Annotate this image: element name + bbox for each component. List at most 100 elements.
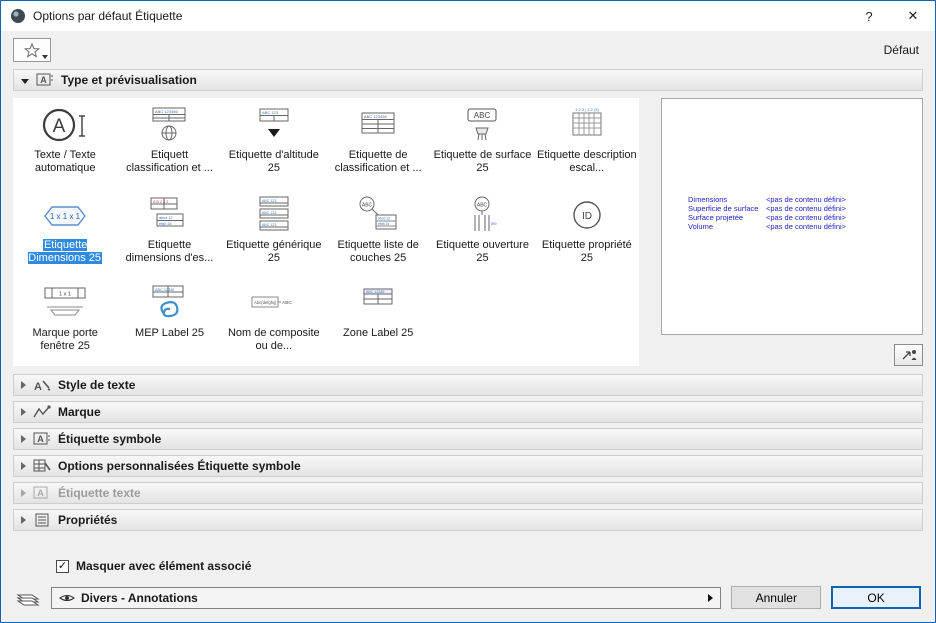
label-type-texte-automatique[interactable]: A Texte / Texte automatique (13, 100, 117, 190)
section-label: Étiquette texte (58, 486, 141, 500)
label-type-mep[interactable]: ABC 12345 MEP Label 25 (117, 278, 221, 364)
help-button[interactable]: ? (847, 1, 891, 31)
label-type-liste-couches[interactable]: ABC abcd 12 efgh 24 Etiquette liste de c… (326, 190, 430, 278)
svg-text:1 x 1: 1 x 1 (59, 292, 71, 298)
label-type-caption: Etiquette dimensions d'es... (125, 239, 214, 264)
label-type-zone[interactable]: ABC 12345 Zone Label 25 (326, 278, 430, 364)
svg-text:ABC 123: ABC 123 (262, 110, 279, 115)
preview-area: Dimensions <pas de contenu défini> Super… (661, 98, 923, 366)
section-label: Marque (58, 405, 101, 419)
cancel-button[interactable]: Annuler (731, 586, 822, 609)
preview-row: Surface projetée <pas de contenu défini> (688, 213, 846, 222)
preview-field-name: Surface projetée (688, 213, 744, 222)
preview-field-value: <pas de contenu défini> (766, 204, 847, 213)
chevron-right-icon (21, 462, 26, 470)
stair-dimensions-icon: A B 2 3 3 abcd 12 efgh 24 (143, 194, 195, 238)
svg-text:A: A (34, 381, 42, 392)
text-style-icon: A (34, 380, 51, 392)
svg-text:1 2 3 | 1 2 (3): 1 2 3 | 1 2 (3) (575, 107, 599, 112)
svg-text:890: 890 (491, 222, 497, 226)
label-type-composite[interactable]: Abc(defghij) ABC Nom de composite ou de.… (222, 278, 326, 364)
preview-canvas: Dimensions <pas de contenu défini> Super… (661, 98, 923, 336)
label-type-caption: Texte / Texte automatique (34, 149, 96, 174)
section-style-de-texte[interactable]: A Style de texte (13, 374, 923, 396)
svg-text:A: A (40, 75, 47, 85)
svg-text:ID: ID (582, 211, 592, 222)
label-type-grid: A Texte / Texte automatique ABC 123456 E… (13, 98, 639, 366)
label-type-caption-selected: Etiquette Dimensions 25 (28, 239, 103, 264)
svg-text:A: A (53, 116, 66, 137)
label-type-generique[interactable]: ABC 123 ABC 123 ABC 123 Etiquette généri… (222, 190, 326, 278)
titlebar: Options par défaut Étiquette ? ✕ (1, 1, 935, 31)
label-type-propriete[interactable]: ID Etiquette propriété 25 (535, 190, 639, 278)
preview-field-name: Volume (688, 222, 714, 231)
hide-with-element-label: Masquer avec élément associé (76, 559, 252, 573)
section-type-preview[interactable]: A Type et prévisualisation (13, 69, 923, 91)
label-type-dimensions[interactable]: 1 x 1 x 1 Etiquette Dimensions 25 (13, 190, 117, 278)
svg-text:ABC 12345: ABC 12345 (155, 288, 174, 292)
label-type-altitude[interactable]: ABC 123 Etiquette d'altitude 25 (222, 100, 326, 190)
label-type-caption: Etiquette d'altitude 25 (228, 149, 319, 174)
pick-up-parameters-icon (902, 350, 916, 361)
toolbar: Défaut (1, 31, 935, 69)
preview-row: Superficie de surface <pas de contenu dé… (688, 204, 846, 213)
pick-up-parameters-button[interactable] (894, 344, 923, 366)
section-options-personnalisees[interactable]: Options personnalisées Étiquette symbole (13, 455, 923, 477)
bottom-bar: Divers - Annotations Annuler OK (15, 586, 921, 609)
default-label: Défaut (883, 43, 919, 57)
svg-text:1 x 1 x 1: 1 x 1 x 1 (50, 212, 81, 221)
label-type-caption: Nom de composite ou de... (227, 327, 320, 352)
type-preview-content: A Texte / Texte automatique ABC 123456 E… (13, 98, 923, 366)
label-type-caption: Etiquette liste de couches 25 (337, 239, 419, 264)
label-type-caption: Etiquette propriété 25 (541, 239, 632, 264)
app-icon (11, 9, 25, 23)
preview-field-value: <pas de contenu défini> (766, 195, 847, 204)
preview-text-block: Dimensions <pas de contenu défini> Super… (688, 195, 846, 231)
close-button[interactable]: ✕ (891, 1, 935, 31)
favorites-button[interactable] (13, 38, 51, 62)
label-type-caption: Etiquette ouverture 25 (436, 239, 529, 264)
preview-field-value: <pas de contenu défini> (766, 222, 847, 231)
label-type-surface[interactable]: ABC Etiquette de surface 25 (430, 100, 534, 190)
chevron-right-icon (21, 408, 26, 416)
section-proprietes[interactable]: Propriétés (13, 509, 923, 531)
hide-with-element-row: ✓ Masquer avec élément associé (56, 559, 935, 573)
classification-table-icon: ABC 123456 (352, 104, 404, 148)
section-etiquette-symbole[interactable]: A Étiquette symbole (13, 428, 923, 450)
layer-selector[interactable]: Divers - Annotations (50, 586, 722, 609)
stair-description-icon: 1 2 3 | 1 2 (3) (561, 104, 613, 148)
window-title: Options par défaut Étiquette (33, 9, 183, 23)
chevron-right-icon (21, 489, 26, 497)
label-type-caption: Etiquette générique 25 (226, 239, 322, 264)
label-type-caption: MEP Label 25 (135, 327, 204, 339)
composite-name-icon: Abc(defghij) ABC (248, 282, 300, 326)
svg-text:abcd 12: abcd 12 (378, 217, 390, 221)
label-type-caption: Etiquette description escal... (536, 149, 637, 174)
eye-icon (58, 594, 75, 601)
label-type-description-escalier[interactable]: 1 2 3 | 1 2 (3) Etiquette description es… (535, 100, 639, 190)
dimensions-hexagon-icon: 1 x 1 x 1 (39, 194, 91, 238)
classification-globe-icon: ABC 123456 (143, 104, 195, 148)
label-type-classification-1[interactable]: ABC 123456 Etiquett classification et ..… (117, 100, 221, 190)
svg-text:A B 2 3 3: A B 2 3 3 (153, 200, 168, 204)
ok-button[interactable]: OK (831, 586, 921, 609)
label-type-caption: Zone Label 25 (342, 327, 414, 339)
label-type-classification-2[interactable]: ABC 123456 Etiquette de classification e… (326, 100, 430, 190)
label-type-ouverture[interactable]: ABC 890 Etiquette ouverture 25 (430, 190, 534, 278)
layers-icon (16, 594, 40, 605)
label-type-porte-fenetre[interactable]: 1 x 1 Marque porte fenêtre 25 (13, 278, 117, 364)
label-type-caption: Marque porte fenêtre 25 (32, 327, 98, 352)
svg-text:ABC 123456: ABC 123456 (364, 114, 387, 119)
layers-button[interactable] (15, 588, 41, 608)
svg-text:ABC 123: ABC 123 (262, 223, 276, 227)
hide-with-element-checkbox[interactable]: ✓ (56, 559, 69, 573)
chevron-right-icon (21, 516, 26, 524)
label-type-caption: Etiquette de surface 25 (433, 149, 532, 174)
section-marque[interactable]: Marque (13, 401, 923, 423)
star-icon (24, 42, 40, 58)
zone-label-icon: ABC 12345 (352, 282, 404, 326)
label-type-dimensions-escalier[interactable]: A B 2 3 3 abcd 12 efgh 24 Etiquette dime… (117, 190, 221, 278)
svg-text:A: A (37, 488, 44, 498)
section-label: Style de texte (58, 378, 136, 392)
